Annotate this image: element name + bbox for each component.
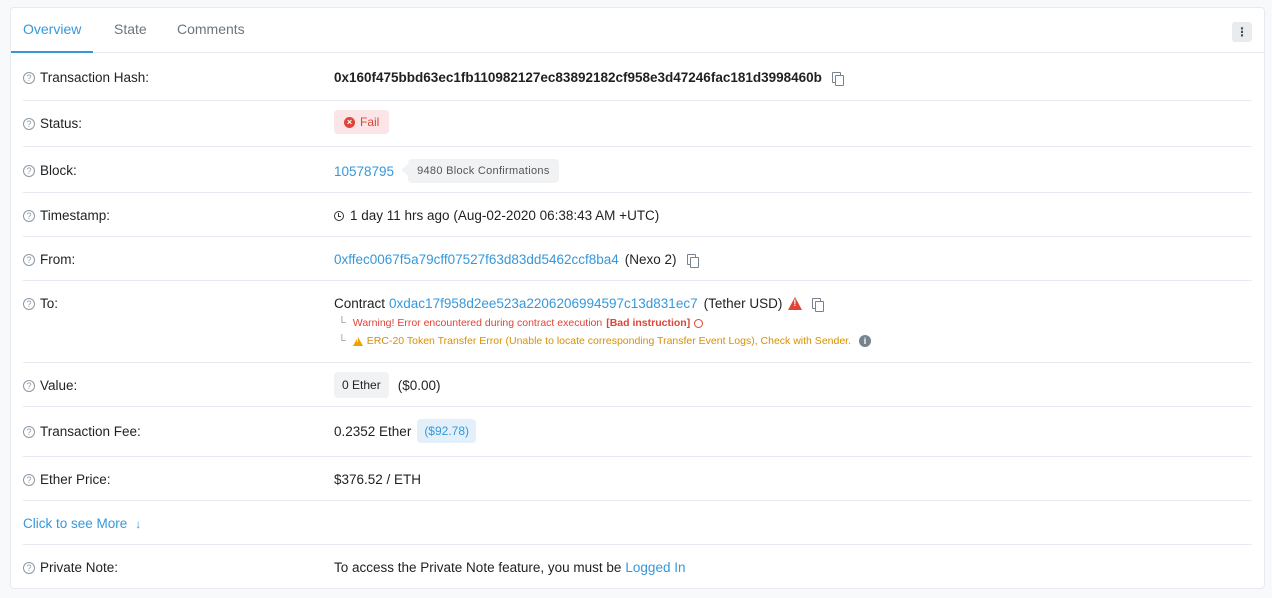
row-label: ? To: [23,296,58,311]
question-icon[interactable]: ? [23,164,35,177]
row-value: 0.2352 Ether ($92.78) [334,419,477,443]
error-x-icon: × [344,116,355,128]
row-value: 10578795 9480 Block Confirmations [334,159,559,183]
question-icon[interactable]: ? [23,561,35,574]
question-icon[interactable]: ? [23,425,35,438]
block-number-link[interactable]: 10578795 [334,164,394,179]
see-more-text: Click to see More [23,516,128,531]
label-text: Block: [40,163,77,178]
block-confirmations-badge: 9480 Block Confirmations [401,159,559,183]
status-text: Fail [360,115,380,129]
copy-icon[interactable] [831,71,844,86]
vertical-dots-icon: ⋮ [1236,25,1248,39]
row-label: ? Value: [23,378,77,393]
fee-usd-badge: ($92.78) [417,419,477,443]
question-icon[interactable]: ? [23,253,35,266]
row-value: 0x160f475bbd63ec1fb110982127ec83892182cf… [334,70,844,86]
label-text: To: [40,296,59,311]
row-value: × Fail [334,110,390,134]
sub-arrow-icon: └ [338,335,346,347]
fee-ether-value: 0.2352 Ether [334,423,412,439]
row-to: ? To: Contract 0xdac17f958d2ee523a220620… [23,281,1252,363]
warning-triangle-icon [352,336,363,346]
row-block: ? Block: 10578795 9480 Block Confirmatio… [23,147,1252,193]
label-text: Status: [40,116,83,131]
row-value: ? Value: 0 Ether ($0.00) [23,363,1252,407]
question-icon[interactable]: ? [23,209,35,222]
logged-in-link[interactable]: Logged In [625,560,685,575]
label-text: Value: [40,378,78,393]
question-icon[interactable]: ? [23,473,35,486]
contract-prefix: Contract [334,296,386,311]
warning-triangle-icon [788,297,803,310]
row-value: $376.52 / ETH [334,472,421,487]
ether-value-badge: 0 Ether [334,372,389,398]
sub-arrow-icon: └ [338,317,346,329]
row-label: ? From: [23,252,75,267]
row-label: ? Block: [23,163,77,178]
row-transaction-hash: ? Transaction Hash: 0x160f475bbd63ec1fb1… [23,53,1252,101]
label-text: Private Note: [40,560,119,575]
erc20-transfer-error: └ ERC-20 Token Transfer Error (Unable to… [334,335,872,347]
tab-state[interactable]: State [102,8,159,53]
warning-bold-text: [Bad instruction] [606,317,691,329]
row-private-note: ? Private Note: To access the Private No… [23,545,1252,589]
question-icon[interactable]: ? [23,71,35,84]
see-more-link[interactable]: Click to see More ↓ [23,516,141,531]
status-badge: × Fail [334,110,390,134]
copy-icon[interactable] [686,253,699,268]
ether-price-value: $376.52 / ETH [334,472,422,487]
tab-overview[interactable]: Overview [11,8,94,53]
erc20-error-text: ERC-20 Token Transfer Error (Unable to l… [366,335,852,347]
row-value: Contract 0xdac17f958d2ee523a220620699459… [334,296,825,312]
label-text: Transaction Hash: [40,70,150,85]
row-label: ? Transaction Fee: [23,424,141,439]
to-contract-link[interactable]: 0xdac17f958d2ee523a2206206994597c13d831e… [389,296,698,311]
row-value: 0xffec0067f5a79cff07527f63d83dd5462ccf8b… [334,252,699,268]
timestamp-value: 1 day 11 hrs ago (Aug-02-2020 06:38:43 A… [350,208,660,223]
execution-warning: └ Warning! Error encountered during cont… [334,317,704,329]
usd-value: ($0.00) [397,377,441,393]
row-label: ? Private Note: [23,560,118,575]
to-contract-tag: (Tether USD) [703,296,783,311]
row-label: ? Ether Price: [23,472,111,487]
row-value-content: 0 Ether ($0.00) [334,372,440,398]
detail-rows: ? Transaction Hash: 0x160f475bbd63ec1fb1… [23,53,1252,589]
arrow-down-icon: ↓ [135,516,142,531]
row-status: ? Status: × Fail [23,101,1252,147]
row-see-more: Click to see More ↓ [23,501,1252,545]
question-icon[interactable]: ? [23,297,35,310]
warning-text: Warning! Error encountered during contra… [352,317,603,329]
tab-bar: Overview State Comments ⋮ [11,8,1264,53]
row-value: 1 day 11 hrs ago (Aug-02-2020 06:38:43 A… [334,208,659,223]
label-text: Ether Price: [40,472,111,487]
question-icon[interactable]: ? [23,117,35,130]
row-label: ? Status: [23,116,82,131]
question-icon[interactable]: ? [23,379,35,392]
frown-face-icon [694,318,704,328]
transaction-hash-value: 0x160f475bbd63ec1fb110982127ec83892182cf… [334,70,822,85]
private-note-text: To access the Private Note feature, you … [334,560,622,575]
row-transaction-fee: ? Transaction Fee: 0.2352 Ether ($92.78) [23,407,1252,457]
row-label: ? Transaction Hash: [23,70,149,85]
label-text: From: [40,252,76,267]
clock-icon [334,210,344,221]
label-text: Transaction Fee: [40,424,141,439]
row-value: To access the Private Note feature, you … [334,560,685,575]
copy-icon[interactable] [812,297,825,312]
more-options-button[interactable]: ⋮ [1232,22,1252,42]
info-icon[interactable]: i [859,335,872,347]
label-text: Timestamp: [40,208,111,223]
row-from: ? From: 0xffec0067f5a79cff07527f63d83dd5… [23,237,1252,281]
row-label: ? Timestamp: [23,208,110,223]
tab-comments[interactable]: Comments [165,8,257,53]
from-address-link[interactable]: 0xffec0067f5a79cff07527f63d83dd5462ccf8b… [334,252,619,267]
transaction-details-card: Overview State Comments ⋮ ? Transaction … [10,7,1265,589]
row-ether-price: ? Ether Price: $376.52 / ETH [23,457,1252,501]
row-timestamp: ? Timestamp: 1 day 11 hrs ago (Aug-02-20… [23,193,1252,237]
from-address-tag: (Nexo 2) [624,252,677,267]
